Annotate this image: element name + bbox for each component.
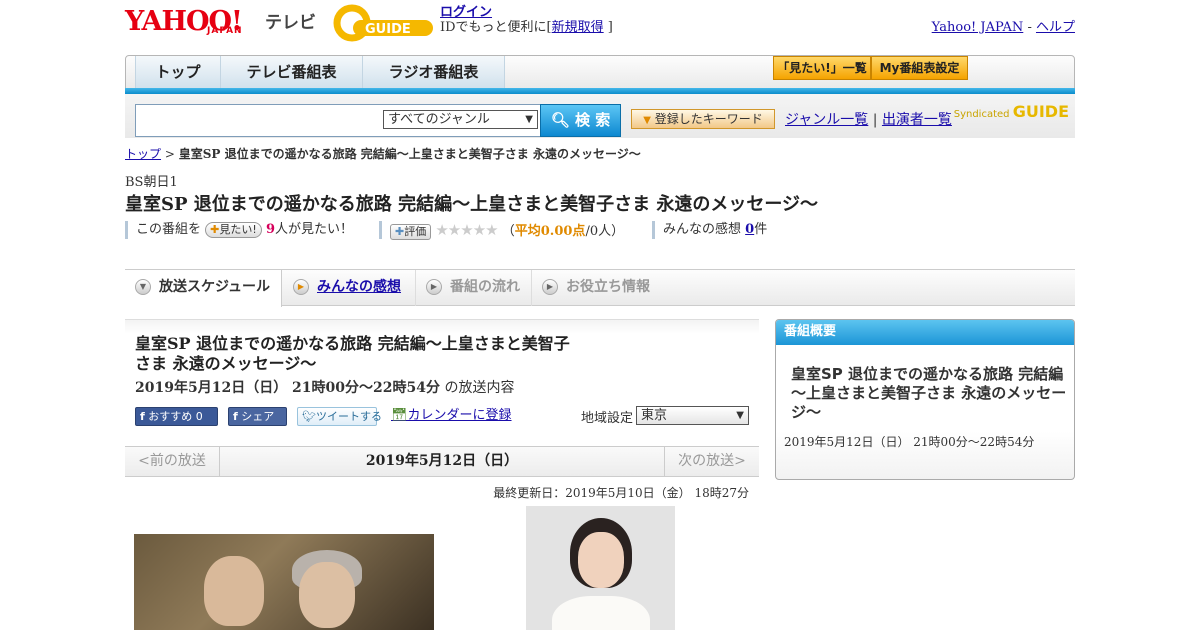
my-schedule-button[interactable]: My番組表設定	[871, 56, 968, 80]
tab-program-flow[interactable]: ▶ 番組の流れ	[416, 270, 532, 306]
last-updated: 最終更新日：2019年5月10日（金） 18時27分	[493, 486, 749, 500]
reviews-count-link[interactable]: 0	[745, 222, 754, 237]
dropdown-arrow-icon: ▼	[525, 114, 533, 125]
nav-tab-top[interactable]: トップ	[135, 56, 221, 90]
signup-link[interactable]: 新規取得	[552, 20, 604, 35]
broadcast-info: 皇室SP 退位までの遥かなる旅路 完結編～上皇さまと美智子さま 永遠のメッセージ…	[125, 319, 759, 447]
genre-select[interactable]: すべてのジャンル ▼	[383, 110, 538, 129]
prev-broadcast-link[interactable]: <前の放送	[125, 447, 220, 476]
plus-icon: ✚	[395, 224, 405, 238]
login-box: ログイン IDでもっと便利に[新規取得 ]	[440, 5, 613, 35]
rate-button[interactable]: ✚評価	[390, 223, 432, 240]
presenter-photo	[526, 506, 675, 630]
search-area: すべてのジャンル ▼ 🔍︎ 検 索 ▼ 登録したキーワード ジャンル一覧 | 出…	[125, 94, 1075, 138]
reviews-label: みんなの感想	[663, 222, 742, 237]
search-links: ジャンル一覧 | 出演者一覧	[785, 109, 952, 129]
reviews-unit: 件	[754, 222, 768, 237]
facebook-icon: f	[140, 410, 145, 423]
current-day: 2019年5月12日（日）	[365, 453, 519, 469]
program-summary-datetime: 2019年5月12日（日） 21時00分～22時54分	[784, 435, 1035, 449]
search-button-label: 検 索	[575, 111, 611, 129]
program-photo	[134, 534, 434, 630]
login-link[interactable]: ログイン	[440, 5, 492, 20]
breadcrumb: トップ > 皇室SP 退位までの遥かなる旅路 完結編～上皇さまと美智子さま 永遠…	[125, 145, 641, 162]
rate-button-label: 評価	[404, 224, 427, 238]
region-setting: 地域設定 東京 ▼	[581, 406, 749, 426]
program-summary-panel: 番組概要 皇室SP 退位までの遥かなる旅路 完結編～上皇さまと美智子さま 永遠の…	[775, 319, 1075, 480]
triangle-down-icon: ▼	[643, 115, 651, 126]
tab-useful-info[interactable]: ▶ お役立ち情報	[532, 270, 672, 306]
genre-list-link[interactable]: ジャンル一覧	[785, 112, 868, 128]
content-tabs: ▼ 放送スケジュール ▶ みんなの感想 ▶ 番組の流れ ▶ お役立ち情報	[125, 269, 1075, 307]
top-links-separator: -	[1027, 20, 1032, 35]
mitai-section: この番組を ✚見たい! 9人が見たい！	[125, 221, 353, 239]
dropdown-arrow-icon: ▼	[736, 410, 744, 421]
mitai-button[interactable]: ✚見たい!	[205, 221, 262, 238]
tab-everyone-reviews[interactable]: ▶ みんなの感想	[283, 270, 416, 306]
syndicated-logo-text: GUIDE	[1012, 102, 1069, 121]
tweet-button[interactable]: 🐦︎ツイートする	[297, 407, 382, 426]
plus-icon: ✚	[210, 222, 220, 236]
mitai-prefix: この番組を	[136, 222, 202, 237]
play-arrow-icon: ▶	[426, 279, 442, 295]
breadcrumb-current: 皇室SP 退位までの遥かなる旅路 完結編～上皇さまと美智子さま 永遠のメッセージ…	[178, 147, 641, 161]
gguide-text: GUIDE	[365, 22, 411, 37]
day-navigation: <前の放送 2019年5月12日（日） 次の放送>	[125, 446, 759, 477]
region-label: 地域設定	[581, 411, 634, 426]
tv-label: テレビ	[265, 13, 316, 33]
rating-section: ✚評価 ★★★★★ （平均0.00点/0人）	[379, 221, 625, 240]
page-title: 皇室SP 退位までの遥かなる旅路 完結編～上皇さまと美智子さま 永遠のメッセージ…	[125, 194, 818, 215]
mitai-suffix: 人が見たい！	[274, 222, 353, 237]
next-broadcast-link[interactable]: 次の放送>	[664, 447, 759, 476]
program-summary-heading: 番組概要	[776, 320, 1074, 345]
performer-list-link[interactable]: 出演者一覧	[882, 112, 952, 128]
rating-average: （平均0.00点/0人）	[501, 224, 625, 239]
breadcrumb-separator: >	[164, 147, 175, 161]
twitter-bird-icon: 🐦︎	[302, 410, 316, 423]
nav-tab-radio-schedule[interactable]: ラジオ番組表	[363, 56, 505, 90]
mitai-count: 9	[265, 222, 275, 237]
rating-stars-icon: ★★★★★	[435, 221, 498, 239]
facebook-share-button[interactable]: f シェア	[228, 407, 287, 426]
yahoo-japan-link[interactable]: Yahoo! JAPAN	[932, 20, 1024, 35]
login-text: IDでもっと便利に[	[440, 20, 552, 35]
program-summary-title: 皇室SP 退位までの遥かなる旅路 完結編～上皇さまと美智子さま 永遠のメッセージ…	[791, 365, 1067, 421]
facebook-recommend-button[interactable]: f おすすめ 0	[135, 407, 218, 426]
registered-keyword-button[interactable]: ▼ 登録したキーワード	[631, 109, 775, 129]
registered-keyword-label: 登録したキーワード	[654, 112, 763, 126]
mitai-button-label: 見たい!	[219, 222, 257, 236]
nav-tab-tv-schedule[interactable]: テレビ番組表	[221, 56, 363, 90]
broadcast-datetime: 2019年5月12日（日） 21時00分～22時54分 の放送内容	[135, 380, 515, 396]
mitai-list-button[interactable]: 「見たい!」一覧	[773, 56, 871, 80]
channel-name: BS朝日1	[125, 175, 178, 190]
yahoo-japan-logo[interactable]: YAHOO! JAPAN	[125, 6, 243, 37]
search-links-pipe: |	[872, 112, 878, 128]
facebook-icon: f	[233, 410, 238, 423]
syndicated-gguide-logo: Syndicated GUIDE	[954, 102, 1069, 121]
main-nav: トップ テレビ番組表 ラジオ番組表 「見たい!」一覧 My番組表設定	[125, 55, 1075, 92]
breadcrumb-top-link[interactable]: トップ	[125, 147, 161, 161]
gguide-logo[interactable]: GUIDE	[333, 4, 433, 42]
genre-select-value: すべてのジャンル	[388, 112, 490, 127]
tab-broadcast-schedule[interactable]: ▼ 放送スケジュール	[125, 270, 282, 307]
region-select-value: 東京	[641, 408, 668, 423]
calendar-register-link[interactable]: 📅︎カレンダーに登録	[387, 407, 516, 426]
reviews-section: みんなの感想 0件	[652, 221, 767, 239]
help-link[interactable]: ヘルプ	[1036, 20, 1075, 35]
syndicated-label: Syndicated	[953, 109, 1010, 120]
play-arrow-icon: ▶	[542, 279, 558, 295]
search-icon: 🔍︎	[550, 111, 570, 129]
play-arrow-icon: ▶	[293, 279, 309, 295]
search-button[interactable]: 🔍︎ 検 索	[540, 104, 621, 137]
top-links: Yahoo! JAPAN - ヘルプ	[932, 16, 1075, 35]
signup-close: ]	[607, 20, 613, 35]
calendar-icon: 📅︎	[391, 408, 408, 423]
broadcast-title: 皇室SP 退位までの遥かなる旅路 完結編～上皇さまと美智子さま 永遠のメッセージ…	[135, 334, 570, 373]
region-select[interactable]: 東京 ▼	[636, 406, 749, 425]
chevron-down-icon: ▼	[135, 279, 151, 295]
